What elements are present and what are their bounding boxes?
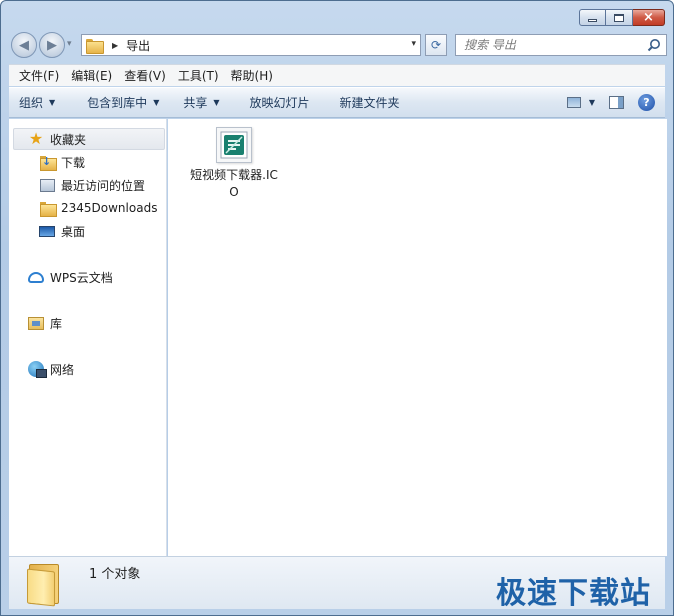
nav-item-libraries[interactable]: 库 [28,312,62,334]
slideshow-button[interactable]: 放映幻灯片 [238,94,322,111]
watermark: 极速下载站 [496,576,651,611]
breadcrumb[interactable]: 导出 [126,37,150,54]
address-dropdown[interactable]: ▾ [411,39,416,49]
nav-item-label: 网络 [50,362,75,377]
minimize-button[interactable] [579,9,606,26]
arrow-right-icon: ▶ [47,37,57,53]
address-row: ◀ ▶ ▾ ▶ 导出 ▾ ⟳ [9,31,667,59]
arrow-left-icon: ◀ [19,37,29,53]
view-controls: ▼ ? [566,94,655,111]
menu-bar: 文件(F) 编辑(E) 查看(V) 工具(T) 帮助(H) [9,64,665,86]
nav-item-favorites[interactable]: ★ 收藏夹 [13,128,165,150]
nav-item-label: 桌面 [61,224,86,239]
star-icon: ★ [28,129,44,148]
chevron-down-icon: ▼ [49,98,56,107]
nav-item-label: 库 [50,316,63,331]
chevron-down-icon: ▼ [213,98,220,107]
new-folder-button[interactable]: 新建文件夹 [328,94,412,111]
file-item[interactable]: 短视频下载器.ICO [186,127,282,201]
downloads-folder-icon: ↓ [39,154,57,171]
nav-item-downloads[interactable]: ↓ 下载 [39,151,85,173]
nav-item-recent-places[interactable]: 最近访问的位置 [39,174,145,196]
item-count: 1 个对象 [89,567,141,582]
menu-file[interactable]: 文件(F) [13,67,65,84]
change-view-button[interactable]: ▼ [566,97,595,108]
file-list[interactable]: 短视频下载器.ICO [168,119,667,556]
chevron-down-icon: ▼ [153,98,160,107]
organize-button[interactable]: 组织 ▼ [9,94,67,111]
network-icon [28,361,47,378]
nav-item-2345downloads[interactable]: 2345Downloads [39,197,157,219]
recent-places-icon [39,177,55,193]
desktop-icon [39,223,55,239]
include-in-library-label: 包含到库中 [87,96,148,110]
nav-item-label: 收藏夹 [50,132,87,147]
chevron-down-icon: ▼ [588,98,595,107]
caption-buttons: × [579,9,665,26]
search-input[interactable] [464,38,634,52]
view-icon [566,97,581,108]
nav-item-label: 最近访问的位置 [61,178,146,193]
maximize-icon [614,13,624,22]
nav-item-desktop[interactable]: 桌面 [39,220,85,242]
library-icon [28,315,44,331]
maximize-button[interactable] [606,9,633,26]
share-button[interactable]: 共享 ▼ [171,94,231,111]
address-bar[interactable]: ▶ 导出 ▾ [81,34,421,56]
menu-view[interactable]: 查看(V) [118,67,172,84]
slideshow-label: 放映幻灯片 [249,96,310,110]
forward-button[interactable]: ▶ [39,32,65,58]
include-in-library-button[interactable]: 包含到库中 ▼ [75,94,171,111]
recent-pages-dropdown[interactable]: ▾ [67,39,72,49]
refresh-icon: ⟳ [430,38,442,52]
nav-item-label: WPS云文档 [50,270,113,285]
menu-tools[interactable]: 工具(T) [172,67,225,84]
nav-item-label: 下载 [61,155,86,170]
minimize-icon [588,18,597,22]
ico-file-icon [216,127,252,163]
file-name: 短视频下载器.ICO [190,168,278,199]
details-pane: 1 个对象 极速下载站 [9,556,665,611]
command-bar: 组织 ▼ 包含到库中 ▼ 共享 ▼ 放映幻灯片 新建文件夹 ▼ ? [9,87,665,118]
nav-item-wps-cloud[interactable]: WPS云文档 [28,266,113,288]
breadcrumb-chevron-icon[interactable]: ▶ [112,41,118,50]
search-icon[interactable] [647,38,661,52]
cloud-icon [28,269,44,285]
nav-item-label: 2345Downloads [61,201,158,215]
share-label: 共享 [183,96,208,110]
close-icon: × [643,10,654,25]
folder-icon [86,38,104,54]
close-button[interactable]: × [633,9,665,26]
folder-icon [27,564,61,607]
preview-pane-icon[interactable] [609,96,624,109]
menu-edit[interactable]: 编辑(E) [65,67,118,84]
back-button[interactable]: ◀ [11,32,37,58]
menu-help[interactable]: 帮助(H) [225,67,279,84]
folder-icon [39,200,57,217]
search-box[interactable] [455,34,667,56]
explorer-window: × ◀ ▶ ▾ ▶ 导出 ▾ ⟳ 文件(F) 编辑(E) 查看(V) 工具(T)… [0,0,674,616]
organize-label: 组织 [19,96,44,110]
help-icon[interactable]: ? [638,94,655,111]
new-folder-label: 新建文件夹 [339,96,400,110]
navigation-pane: ★ 收藏夹 ↓ 下载 最近访问的位置 2345Downloads 桌面 WPS云… [9,119,167,556]
nav-item-network[interactable]: 网络 [28,358,74,380]
refresh-button[interactable]: ⟳ [425,34,447,56]
